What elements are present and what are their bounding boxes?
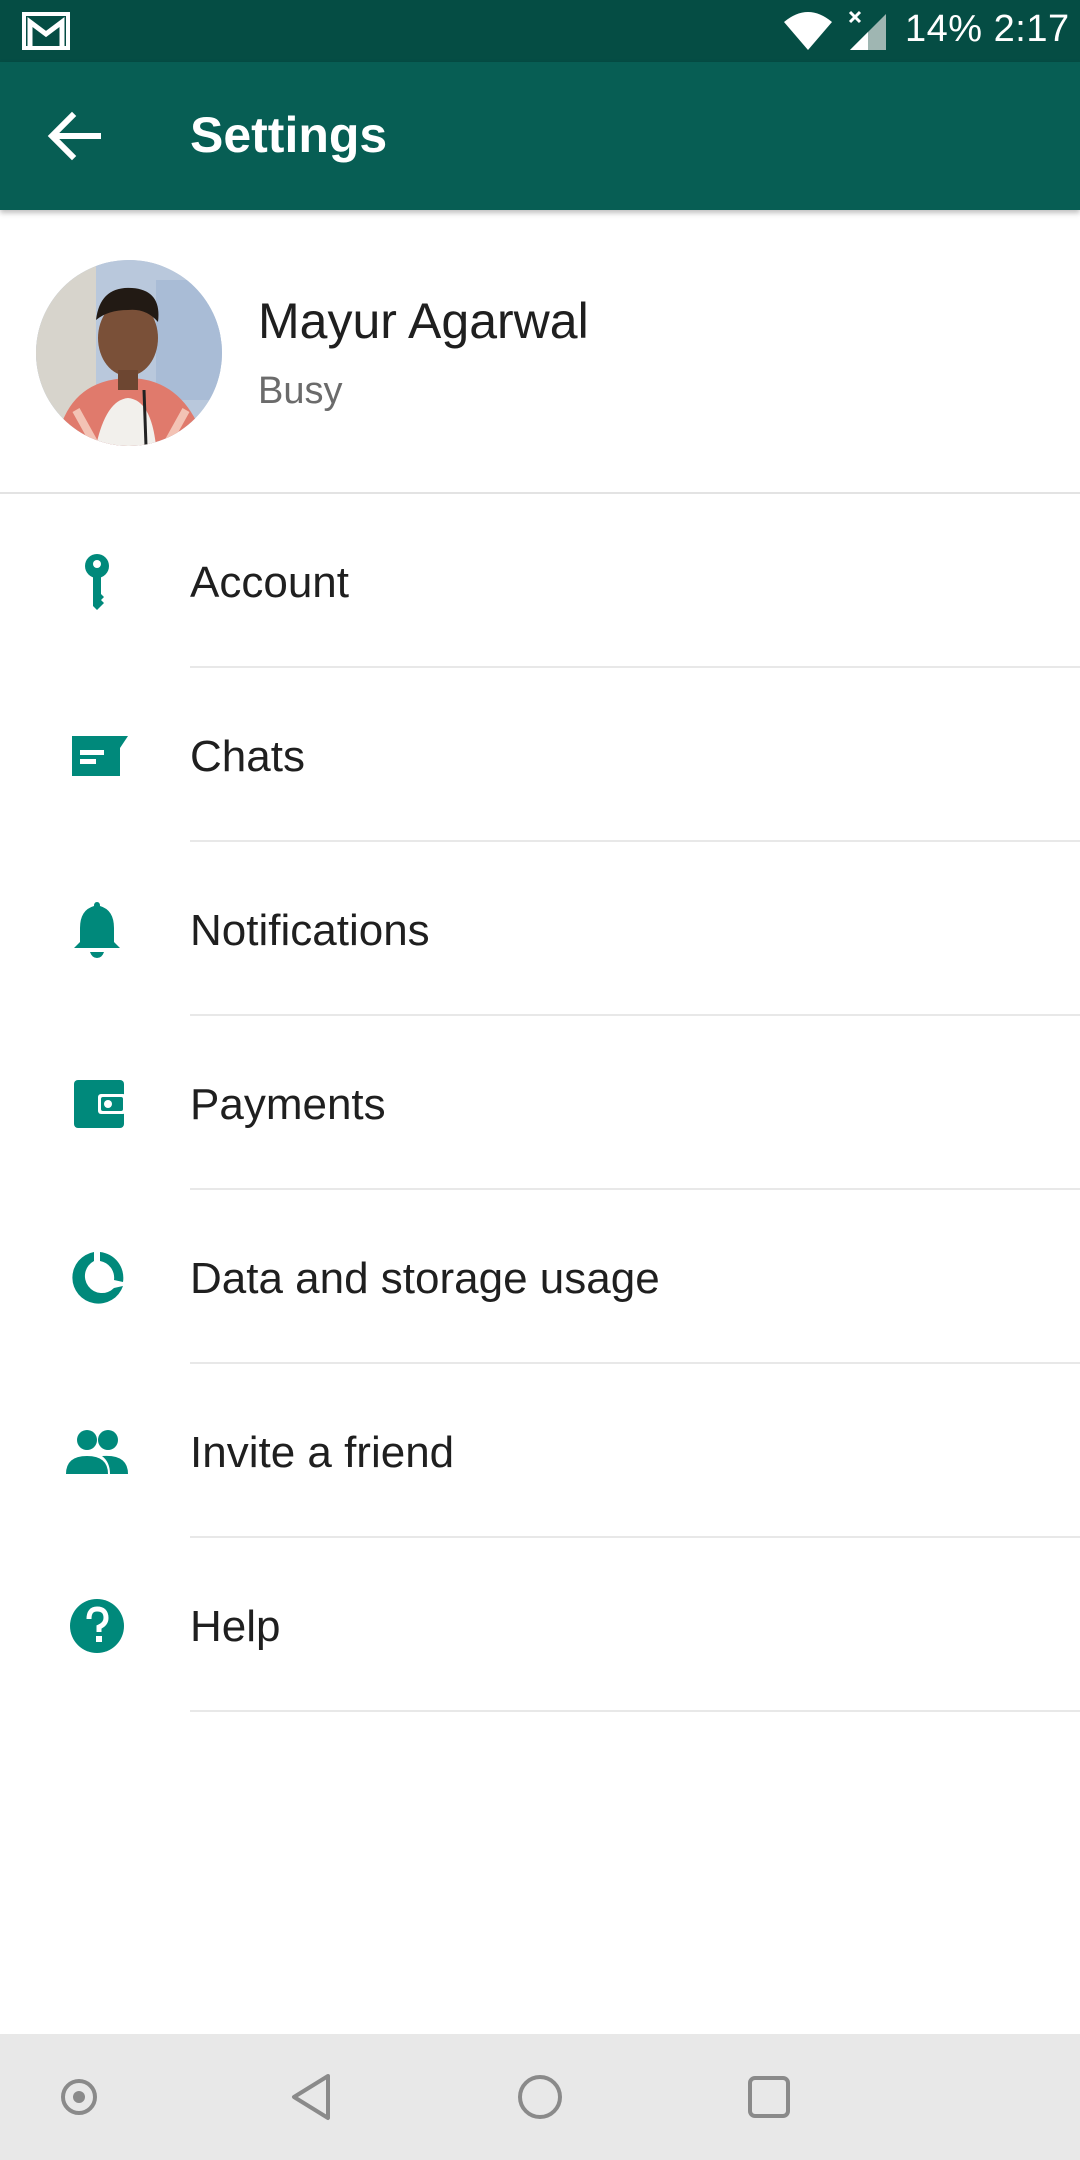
menu-item-data-storage[interactable]: Data and storage usage [0, 1190, 1080, 1364]
data-usage-icon [62, 1246, 132, 1310]
recents-square-icon[interactable] [742, 2070, 796, 2124]
clock: 2:17 [993, 8, 1070, 50]
assistant-dot-icon[interactable] [52, 2070, 106, 2124]
menu-item-chats[interactable]: Chats [0, 668, 1080, 842]
wifi-icon [784, 12, 832, 50]
page-title: Settings [190, 107, 388, 163]
menu-item-payments[interactable]: Payments [0, 1016, 1080, 1190]
wallet-icon [62, 1072, 132, 1136]
menu-item-label: Invite a friend [190, 1428, 455, 1477]
profile-name: Mayur Agarwal [258, 293, 589, 349]
key-icon [62, 550, 132, 614]
system-nav-bar [0, 2034, 1080, 2160]
menu-item-help[interactable]: Help [0, 1538, 1080, 1712]
menu-item-label: Data and storage usage [190, 1254, 660, 1303]
app-bar: Settings [0, 62, 1080, 210]
divider [190, 1710, 1080, 1712]
menu-item-account[interactable]: Account [0, 494, 1080, 668]
status-battery-time: 14% 2:17 [905, 8, 1070, 51]
people-icon [62, 1420, 132, 1484]
profile-about: Busy [258, 370, 343, 412]
menu-item-label: Account [190, 558, 349, 607]
menu-item-label: Notifications [190, 906, 430, 955]
status-bar: 14% 2:17 [0, 0, 1080, 62]
avatar[interactable] [36, 260, 222, 446]
battery-level: 14% [905, 8, 983, 50]
arrow-back-icon[interactable] [46, 110, 102, 162]
chat-icon [62, 724, 132, 788]
menu-item-label: Payments [190, 1080, 386, 1129]
menu-item-notifications[interactable]: Notifications [0, 842, 1080, 1016]
menu-item-label: Help [190, 1602, 281, 1651]
menu-item-label: Chats [190, 732, 305, 781]
help-icon [62, 1594, 132, 1658]
gmail-icon [22, 12, 70, 50]
signal-icon [848, 10, 886, 50]
bell-icon [62, 898, 132, 962]
menu-item-invite[interactable]: Invite a friend [0, 1364, 1080, 1538]
settings-menu: Account Chats Notifications Payments Dat… [0, 494, 1080, 1712]
back-triangle-icon[interactable] [284, 2070, 338, 2124]
home-circle-icon[interactable] [513, 2070, 567, 2124]
profile-row[interactable]: Mayur Agarwal Busy [0, 210, 1080, 494]
